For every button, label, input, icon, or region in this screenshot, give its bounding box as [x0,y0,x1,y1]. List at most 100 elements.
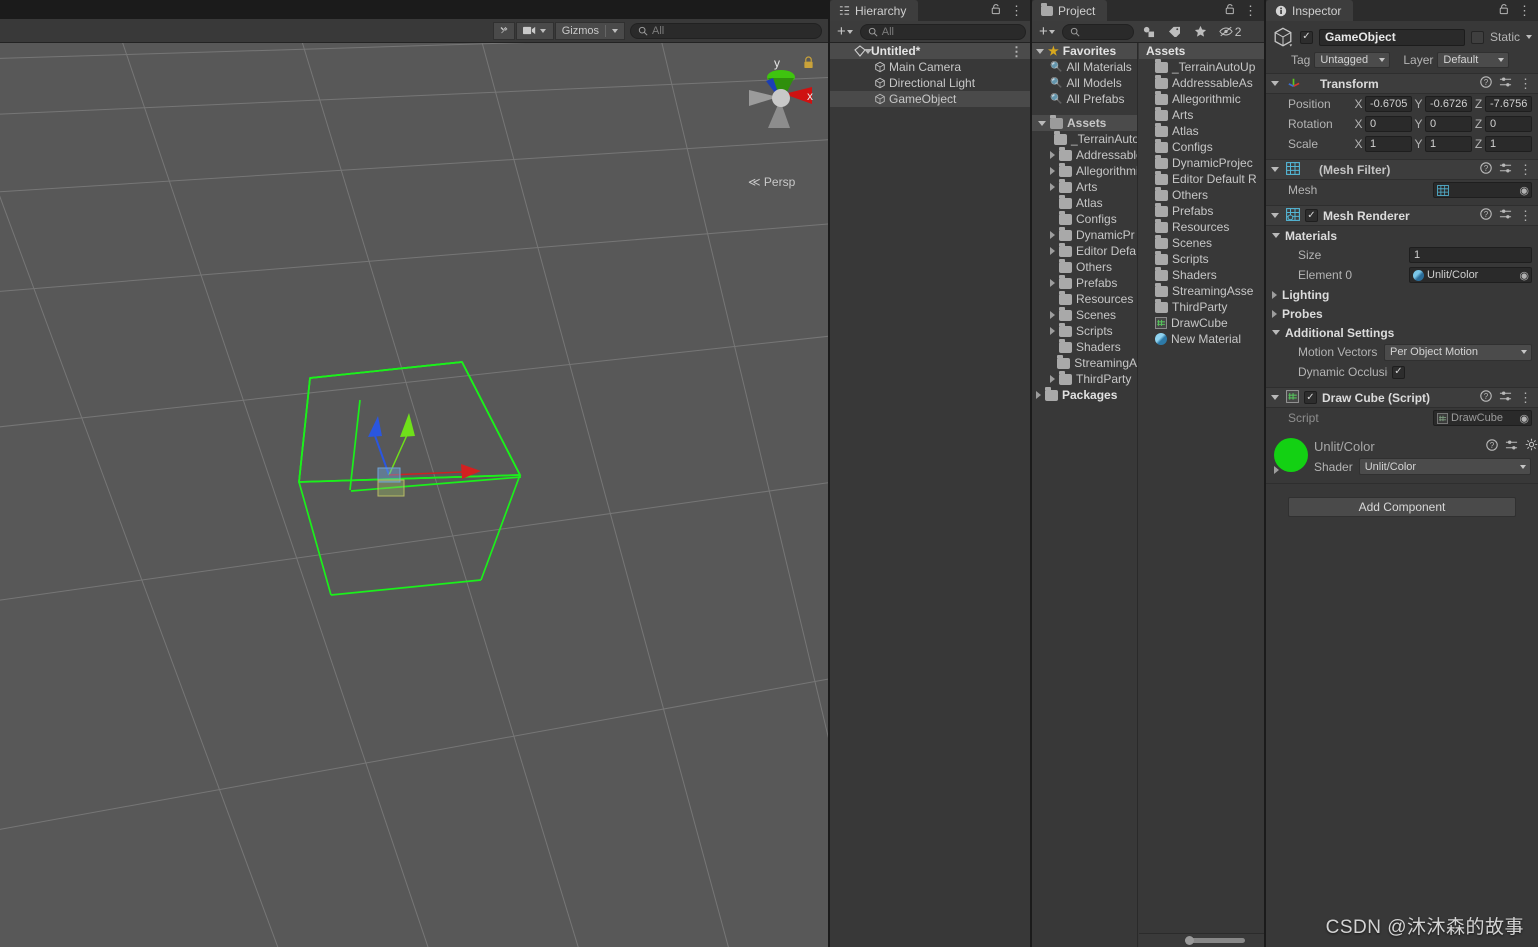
help-icon[interactable]: ? [1480,162,1492,177]
rotation-z-input[interactable]: 0 [1485,116,1532,132]
project-content-item[interactable]: AddressableAs [1139,74,1264,91]
chevron-right-icon[interactable] [1050,167,1055,175]
hierarchy-scene-root[interactable]: Untitled* ⋮ [830,43,1030,59]
element0-object-field[interactable]: Unlit/Color ◉ [1409,267,1532,283]
chevron-right-icon[interactable] [1050,151,1055,159]
additional-settings-foldout[interactable]: Additional Settings [1266,323,1538,342]
hierarchy-lock-icon[interactable] [991,3,1001,18]
tab-hierarchy[interactable]: Hierarchy [830,0,919,21]
project-menu-icon[interactable]: ⋮ [1244,4,1257,17]
material-foldout-chevron-icon[interactable] [1274,466,1279,474]
project-tree-item[interactable]: Arts [1032,178,1137,195]
mesh-filter-menu-icon[interactable]: ⋮ [1519,163,1532,176]
project-content-item[interactable]: Prefabs [1139,202,1264,219]
project-packages-row[interactable]: Packages [1032,386,1137,403]
script-object-field[interactable]: DrawCube ◉ [1433,410,1532,426]
chevron-down-icon[interactable] [864,48,872,54]
mesh-picker-icon[interactable]: ◉ [1519,184,1529,197]
object-name-input[interactable]: GameObject [1319,28,1465,46]
tools-wrench-icon[interactable] [492,21,515,40]
project-content-item[interactable]: Others [1139,186,1264,203]
project-content-item[interactable]: DynamicProjec [1139,154,1264,171]
project-tree-item[interactable]: Allegorithmi [1032,162,1137,179]
project-favorites-header[interactable]: ★ Favorites [1032,43,1137,59]
help-icon[interactable]: ? [1480,390,1492,405]
project-tree-column[interactable]: ★ Favorites 🔍 All Materials 🔍 All Models… [1032,43,1138,947]
project-tree-item[interactable]: Shaders [1032,338,1137,355]
project-content-item[interactable]: Shaders [1139,266,1264,283]
static-caret-icon[interactable] [1526,35,1532,39]
chevron-right-icon[interactable] [1050,247,1055,255]
hierarchy-menu-icon[interactable]: ⋮ [1010,4,1023,17]
preset-icon[interactable] [1499,390,1512,405]
mesh-renderer-component-header[interactable]: ✓ Mesh Renderer ? ⋮ [1266,205,1538,226]
probes-foldout[interactable]: Probes [1266,304,1538,323]
scale-y-input[interactable]: 1 [1425,136,1472,152]
help-icon[interactable]: ? [1486,438,1498,454]
chevron-right-icon[interactable] [1272,290,1277,299]
project-content-item[interactable]: _TerrainAutoUp [1139,58,1264,75]
preset-icon[interactable] [1499,162,1512,177]
tab-inspector[interactable]: Inspector [1266,0,1354,21]
project-search-input[interactable] [1061,23,1134,40]
transform-menu-icon[interactable]: ⋮ [1519,77,1532,90]
add-component-button[interactable]: Add Component [1288,497,1516,517]
project-tree-item[interactable]: Prefabs [1032,274,1137,291]
project-tree-item[interactable]: StreamingA [1032,354,1137,371]
project-content-item[interactable]: StreamingAsse [1139,282,1264,299]
static-checkbox[interactable] [1470,30,1484,44]
asset-type-icon[interactable] [1138,26,1160,38]
chevron-right-icon[interactable] [1036,391,1041,399]
chevron-down-icon[interactable] [1271,213,1279,218]
project-add-button[interactable]: + [1036,24,1058,39]
gizmos-button[interactable]: Gizmos [554,21,625,40]
position-y-input[interactable]: -0.6726 [1425,96,1472,112]
mesh-renderer-menu-icon[interactable]: ⋮ [1519,209,1532,222]
mesh-renderer-enabled-checkbox[interactable]: ✓ [1305,209,1318,222]
chevron-right-icon[interactable] [1050,375,1055,383]
project-content-item[interactable]: Scripts [1139,250,1264,267]
scrollbar-track[interactable] [1185,938,1245,943]
chevron-down-icon[interactable] [1272,233,1280,238]
motion-vectors-dropdown[interactable]: Per Object Motion [1384,343,1532,361]
rotation-y-input[interactable]: 0 [1425,116,1472,132]
gear-icon[interactable] [1525,438,1538,454]
tab-project[interactable]: Project [1032,0,1108,21]
mesh-object-field[interactable]: ◉ [1433,182,1532,198]
chevron-right-icon[interactable] [1050,183,1055,191]
project-favorite-all-materials[interactable]: 🔍 All Materials [1032,59,1137,75]
hierarchy-search-input[interactable]: All [859,23,1026,40]
hierarchy-add-button[interactable]: + [834,24,856,39]
project-tree-item[interactable]: AddressableAs [1032,146,1137,163]
hierarchy-item-gameobject[interactable]: GameObject [830,91,1030,107]
element0-picker-icon[interactable]: ◉ [1519,269,1529,282]
project-content-item[interactable]: Scenes [1139,234,1264,251]
chevron-right-icon[interactable] [1050,231,1055,239]
project-tree-item[interactable]: _TerrainAutoUpg [1032,130,1137,147]
project-horizontal-scrollbar[interactable] [1139,933,1264,947]
hierarchy-item-directional-light[interactable]: Directional Light [830,75,1030,91]
hierarchy-item-main-camera[interactable]: Main Camera [830,59,1030,75]
mesh-filter-component-header[interactable]: (Mesh Filter) ? ⋮ [1266,159,1538,180]
object-enabled-checkbox[interactable]: ✓ [1300,30,1313,44]
project-tree-item[interactable]: ThirdParty [1032,370,1137,387]
project-tree-item[interactable]: Editor Defa [1032,242,1137,259]
project-content-item[interactable]: Configs [1139,138,1264,155]
project-content-item[interactable]: New Material [1139,331,1264,347]
project-content-item[interactable]: DrawCube [1139,315,1264,331]
project-content-item[interactable]: Allegorithmic [1139,90,1264,107]
chevron-down-icon[interactable] [1272,330,1280,335]
script-component-header[interactable]: ✓ Draw Cube (Script) ? ⋮ [1266,387,1538,408]
chevron-right-icon[interactable] [1272,309,1277,318]
favorite-star-icon[interactable] [1190,25,1212,38]
help-icon[interactable]: ? [1480,208,1492,223]
chevron-right-icon[interactable] [1050,311,1055,319]
preset-icon[interactable] [1505,439,1518,454]
project-tree-item[interactable]: Resources [1032,290,1137,307]
preset-icon[interactable] [1499,208,1512,223]
chevron-down-icon[interactable] [1036,48,1044,54]
layer-dropdown[interactable]: Default [1437,52,1510,68]
lighting-foldout[interactable]: Lighting [1266,285,1538,304]
project-content-item[interactable]: Atlas [1139,122,1264,139]
scene-search-input[interactable]: All [630,22,822,39]
